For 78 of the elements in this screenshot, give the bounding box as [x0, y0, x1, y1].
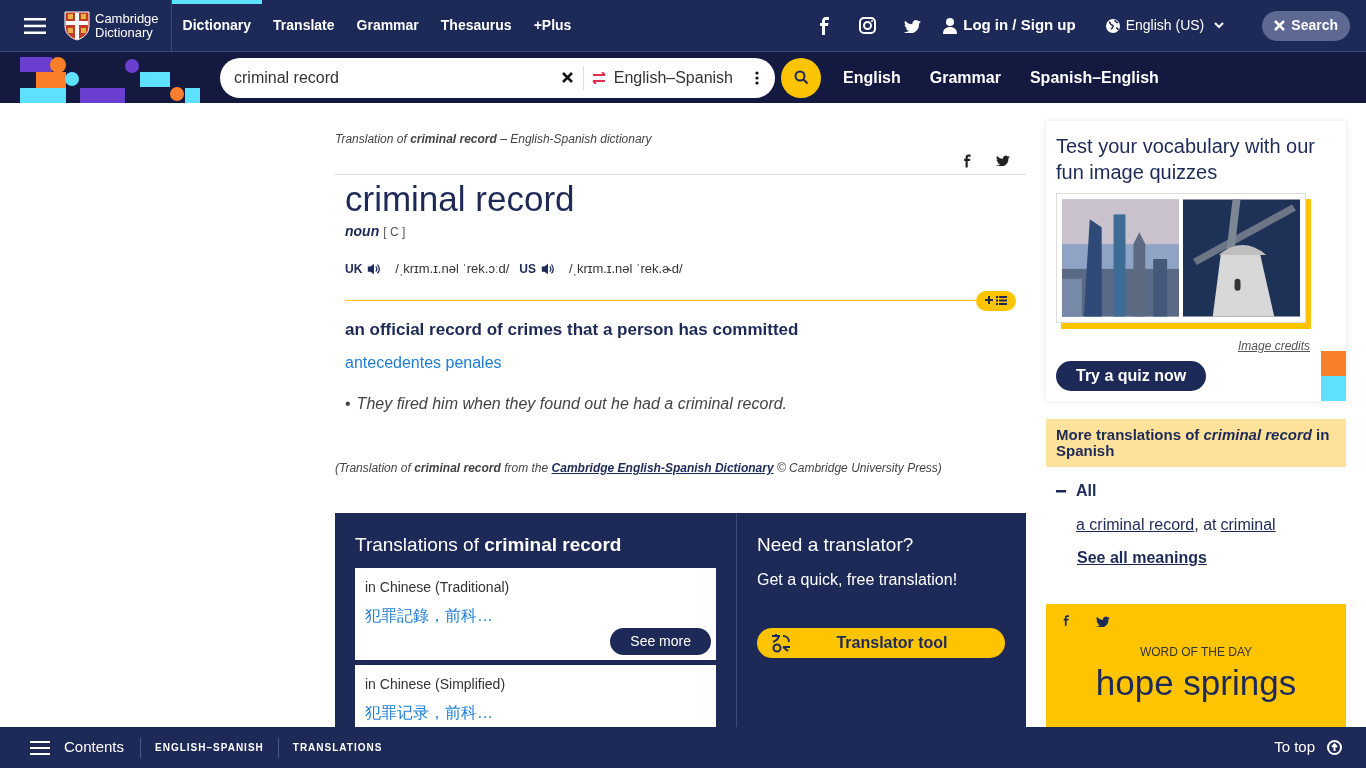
nav-link[interactable]: +Plus [522, 0, 583, 52]
arrow-up-icon [1327, 740, 1342, 755]
speaker-icon[interactable] [540, 261, 555, 276]
translation-link[interactable]: antecedentes penales [345, 351, 1016, 375]
panel-title: Need a translator? [757, 533, 915, 557]
section-link[interactable]: Grammar [929, 65, 1001, 90]
dictionary-selector[interactable]: English–Spanish [582, 65, 733, 90]
section-header: More translations of criminal record in Spanish [1046, 419, 1346, 467]
facebook-icon[interactable] [817, 16, 832, 35]
translator-tool-button[interactable]: Translator tool [757, 627, 1005, 658]
more-options-icon[interactable] [755, 70, 759, 85]
meaning-link[interactable]: a criminal record [1076, 513, 1195, 537]
instagram-icon[interactable] [859, 17, 877, 34]
menu-icon [30, 740, 50, 755]
twitter-icon[interactable] [1096, 614, 1110, 627]
facebook-icon[interactable] [962, 154, 972, 168]
language-label: in Chinese (Simplified) [365, 674, 507, 694]
decoration-drawing [1321, 351, 1346, 401]
region-label: US [519, 260, 536, 278]
headword: criminal record [345, 179, 576, 219]
brand-text: Cambridge [95, 11, 159, 26]
speaker-icon[interactable] [366, 261, 382, 276]
facebook-icon[interactable] [1062, 614, 1070, 627]
clear-icon[interactable] [561, 72, 573, 83]
add-to-word-list-button[interactable] [976, 290, 1016, 311]
see-more-button[interactable]: See more [610, 627, 711, 655]
crest-icon [64, 10, 90, 41]
menu-icon[interactable] [24, 17, 46, 34]
pronunciation: /ˌkrɪm.ɪ.nəl ˈrek.ɚd/ [569, 260, 683, 278]
separator-text: , at [1194, 515, 1217, 535]
see-all-meanings-link[interactable]: See all meanings [1077, 546, 1346, 570]
panel-title: Translations of criminal record [355, 533, 623, 557]
close-icon [1274, 20, 1286, 31]
bullet: • [345, 394, 351, 414]
language-selector[interactable]: English (US) [1105, 15, 1225, 36]
search-toggle-button[interactable]: Search [1262, 10, 1350, 41]
dictionary-link[interactable]: Cambridge English-Spanish Dictionary [551, 461, 774, 475]
search-icon [793, 70, 809, 85]
region-label: UK [345, 260, 363, 278]
language-label: in Chinese (Traditional) [365, 577, 511, 597]
contents-button[interactable]: Contents [30, 736, 141, 759]
example-sentence: They fired him when they found out he had a criminal record. [356, 394, 788, 414]
panel-text: Get a quick, free translation! [757, 569, 959, 590]
word-link[interactable]: hope springs [1095, 663, 1297, 703]
footer-link[interactable]: TRANSLATIONS [277, 737, 397, 758]
chevron-down-icon [1214, 22, 1225, 29]
swap-icon [591, 71, 606, 84]
search-button[interactable] [781, 57, 821, 98]
nav-link[interactable]: Grammar [345, 0, 430, 52]
twitter-icon[interactable] [996, 154, 1010, 166]
footer-link[interactable]: ENGLISH–SPANISH [140, 737, 278, 758]
translation-link[interactable]: 犯罪記錄，前科… [365, 606, 706, 625]
definition: an official record of crimes that a person has committed [345, 318, 800, 341]
part-of-speech: noun [345, 222, 380, 241]
to-top-button[interactable]: To top [1274, 736, 1342, 759]
quiz-title: Test your vocabulary with our fun image quizzes [1056, 134, 1316, 185]
section-link[interactable]: English [843, 65, 901, 90]
brand-text: Dictionary [95, 25, 153, 40]
source-caption: Translation of criminal record – English-Spanish dictionary [335, 131, 653, 148]
pronunciation: /ˌkrɪm.ɪ.nəl ˈrek.ɔːd/ [395, 260, 510, 278]
plus-list-icon [985, 295, 1007, 306]
twitter-icon[interactable] [904, 18, 922, 33]
meaning-link[interactable]: criminal [1220, 513, 1276, 537]
login-link[interactable]: Log in / Sign up [943, 14, 1076, 37]
translation-link[interactable]: 犯罪记录，前科… [365, 703, 706, 722]
section-link[interactable]: Spanish–English [1029, 65, 1159, 90]
globe-icon [1105, 18, 1120, 33]
translate-icon [771, 632, 793, 653]
user-icon [943, 17, 958, 34]
section-label: WORD OF THE DAY [1139, 644, 1253, 661]
group-label: All [1076, 481, 1097, 501]
nav-link[interactable]: Translate [262, 0, 346, 52]
grammar-label: [ C ] [383, 224, 406, 241]
search-field[interactable]: criminal record English–Spanish [220, 57, 775, 98]
try-quiz-button[interactable]: Try a quiz now [1056, 361, 1207, 391]
image-credits-link[interactable]: Image credits [1056, 337, 1336, 355]
nav-link[interactable]: Thesaurus [429, 0, 523, 52]
credit-line: (Translation of criminal record from the Cambridge English-Spanish Dictionary © Cambridge University Press) [335, 460, 943, 477]
